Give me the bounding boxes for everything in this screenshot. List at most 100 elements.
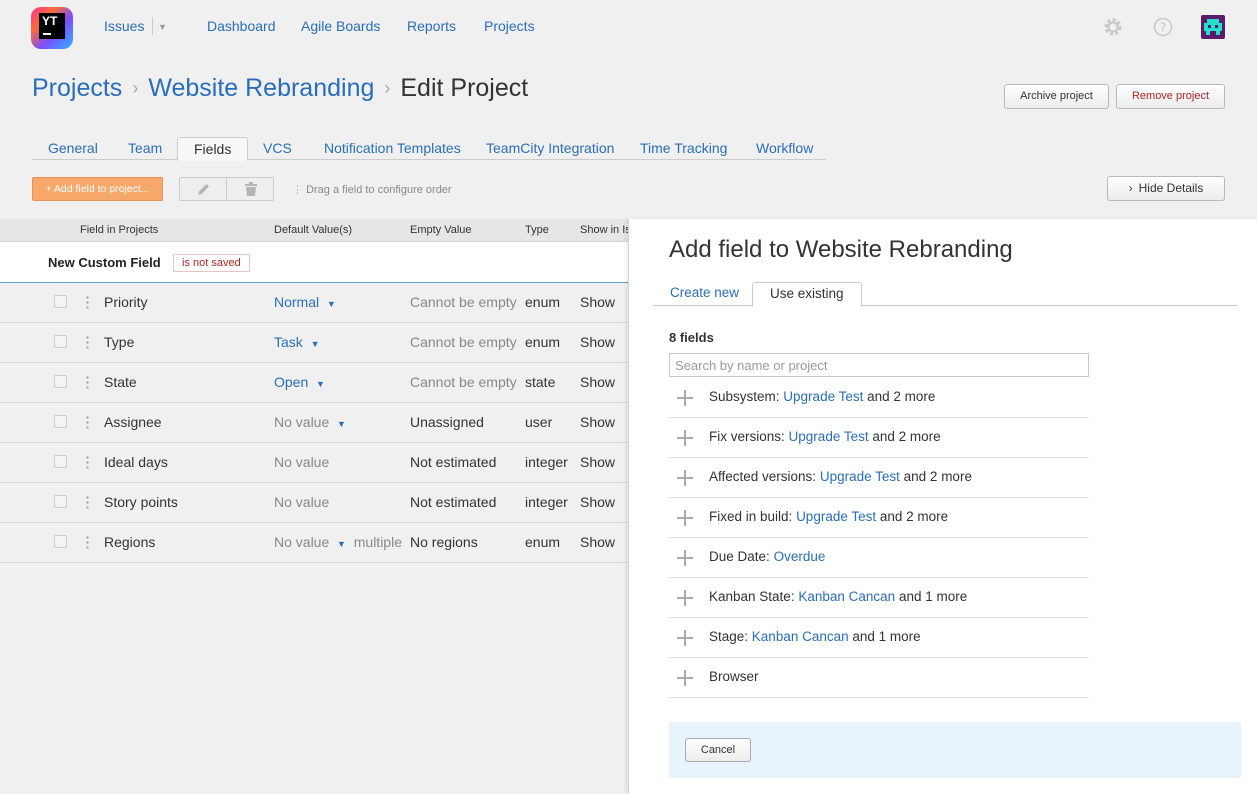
- drag-handle-icon[interactable]: [86, 415, 89, 429]
- archive-project-button[interactable]: Archive project: [1004, 84, 1109, 109]
- status-badge: is not saved: [173, 254, 250, 272]
- tab-teamcity-integration[interactable]: TeamCity Integration: [470, 137, 630, 160]
- list-item[interactable]: Kanban State: Kanban Cancan and 1 more: [669, 578, 1089, 618]
- plus-icon[interactable]: [677, 590, 693, 606]
- nav-reports[interactable]: Reports: [407, 18, 456, 34]
- help-icon[interactable]: ?: [1153, 17, 1173, 37]
- default-value-dropdown[interactable]: No value ▼: [274, 414, 346, 430]
- chevron-right-icon: ›: [384, 77, 391, 98]
- table-row[interactable]: Regions No value ▼ multiple No regions e…: [0, 523, 628, 563]
- breadcrumb-project[interactable]: Website Rebranding: [148, 74, 374, 102]
- avatar[interactable]: [1201, 15, 1225, 39]
- list-item[interactable]: Subsystem: Upgrade Test and 2 more: [669, 378, 1089, 418]
- new-field-row[interactable]: New Custom Field is not saved: [0, 242, 628, 283]
- drag-handle-icon[interactable]: [86, 375, 89, 389]
- row-checkbox[interactable]: [54, 455, 67, 468]
- default-value-dropdown[interactable]: Normal ▼: [274, 294, 336, 310]
- list-item[interactable]: Fixed in build: Upgrade Test and 2 more: [669, 498, 1089, 538]
- row-checkbox[interactable]: [54, 375, 67, 388]
- gear-icon[interactable]: [1103, 17, 1123, 37]
- nav-projects[interactable]: Projects: [484, 18, 535, 34]
- tab-general[interactable]: General: [32, 137, 114, 160]
- row-checkbox[interactable]: [54, 295, 67, 308]
- list-item[interactable]: Browser: [669, 658, 1089, 698]
- drag-handle-icon[interactable]: [86, 455, 89, 469]
- plus-icon[interactable]: [677, 430, 693, 446]
- page-title: Edit Project: [400, 73, 529, 102]
- col-show: Show in Is: [580, 224, 631, 236]
- plus-icon[interactable]: [677, 670, 693, 686]
- table-row[interactable]: Assignee No value ▼ Unassigned user Show: [0, 403, 628, 443]
- table-row[interactable]: Ideal days No value Not estimated intege…: [0, 443, 628, 483]
- add-field-button[interactable]: + Add field to project...: [32, 177, 163, 201]
- cancel-button[interactable]: Cancel: [685, 738, 751, 762]
- search-input[interactable]: [669, 353, 1089, 377]
- panel-tabs: Create new Use existing: [653, 282, 1238, 307]
- project-link[interactable]: Upgrade Test: [789, 429, 869, 444]
- drag-handle-icon[interactable]: [86, 535, 89, 549]
- new-field-name: New Custom Field: [48, 255, 161, 270]
- project-link[interactable]: Kanban Cancan: [752, 629, 849, 644]
- chevron-right-icon: ›: [132, 77, 139, 98]
- fields-count: 8 fields: [669, 330, 714, 345]
- drag-handle-icon[interactable]: [86, 495, 89, 509]
- row-checkbox[interactable]: [54, 495, 67, 508]
- default-value-dropdown[interactable]: No value ▼ multiple: [274, 534, 402, 550]
- plus-icon[interactable]: [677, 510, 693, 526]
- drag-handle-icon[interactable]: [86, 295, 89, 309]
- edit-button[interactable]: [179, 177, 227, 201]
- breadcrumb: Projects › Website Rebranding › Edit Project: [32, 73, 528, 103]
- add-field-panel: Add field to Website Rebranding Create n…: [628, 219, 1257, 794]
- project-link[interactable]: Upgrade Test: [796, 509, 876, 524]
- row-checkbox[interactable]: [54, 335, 67, 348]
- tab-fields[interactable]: Fields: [177, 137, 249, 161]
- table-row[interactable]: Story points No value Not estimated inte…: [0, 483, 628, 523]
- tab-workflow[interactable]: Workflow: [740, 137, 829, 160]
- project-link[interactable]: Upgrade Test: [783, 389, 863, 404]
- tab-use-existing[interactable]: Use existing: [752, 282, 862, 307]
- remove-project-button[interactable]: Remove project: [1116, 84, 1225, 109]
- list-item[interactable]: Affected versions: Upgrade Test and 2 mo…: [669, 458, 1089, 498]
- default-value-dropdown[interactable]: Task ▼: [274, 334, 320, 350]
- list-item[interactable]: Due Date: Overdue: [669, 538, 1089, 578]
- list-item[interactable]: Fix versions: Upgrade Test and 2 more: [669, 418, 1089, 458]
- list-item[interactable]: Stage: Kanban Cancan and 1 more: [669, 618, 1089, 658]
- project-link[interactable]: Overdue: [774, 549, 826, 564]
- pencil-icon: [198, 184, 209, 195]
- youtrack-logo[interactable]: YT: [31, 7, 73, 49]
- col-field: Field in Projects: [80, 224, 159, 236]
- fields-table: Field in Projects Default Value(s) Empty…: [0, 219, 631, 563]
- default-value-dropdown[interactable]: Open ▼: [274, 374, 325, 390]
- drag-handle-icon: ⋮: [292, 184, 303, 196]
- tab-vcs[interactable]: VCS: [247, 137, 308, 160]
- drag-handle-icon[interactable]: [86, 335, 89, 349]
- project-link[interactable]: Upgrade Test: [820, 469, 900, 484]
- tab-time-tracking[interactable]: Time Tracking: [624, 137, 743, 160]
- table-row[interactable]: Type Task ▼ Cannot be empty enum Show: [0, 323, 628, 363]
- tab-create-new[interactable]: Create new: [653, 282, 756, 306]
- plus-icon[interactable]: [677, 390, 693, 406]
- nav-agile-boards[interactable]: Agile Boards: [301, 18, 380, 34]
- nav-issues[interactable]: Issues: [104, 18, 144, 34]
- svg-text:?: ?: [1160, 21, 1166, 35]
- hide-details-button[interactable]: › Hide Details: [1107, 176, 1225, 201]
- panel-footer: Cancel: [669, 722, 1241, 778]
- col-empty: Empty Value: [410, 224, 472, 236]
- row-checkbox[interactable]: [54, 535, 67, 548]
- issues-dropdown-caret[interactable]: ▼: [152, 17, 167, 35]
- plus-icon[interactable]: [677, 630, 693, 646]
- panel-title: Add field to Website Rebranding: [669, 236, 1013, 263]
- plus-icon[interactable]: [677, 470, 693, 486]
- tab-notification-templates[interactable]: Notification Templates: [308, 137, 477, 160]
- top-navigation-bar: YT Issues ▼ Dashboard Agile Boards Repor…: [0, 0, 1257, 54]
- row-checkbox[interactable]: [54, 415, 67, 428]
- project-link[interactable]: Kanban Cancan: [798, 589, 895, 604]
- trash-icon: [245, 182, 257, 196]
- tab-team[interactable]: Team: [112, 137, 178, 160]
- delete-button[interactable]: [226, 177, 274, 201]
- table-row[interactable]: Priority Normal ▼ Cannot be empty enum S…: [0, 283, 628, 323]
- nav-dashboard[interactable]: Dashboard: [207, 18, 276, 34]
- table-row[interactable]: State Open ▼ Cannot be empty state Show: [0, 363, 628, 403]
- plus-icon[interactable]: [677, 550, 693, 566]
- breadcrumb-projects[interactable]: Projects: [32, 74, 122, 102]
